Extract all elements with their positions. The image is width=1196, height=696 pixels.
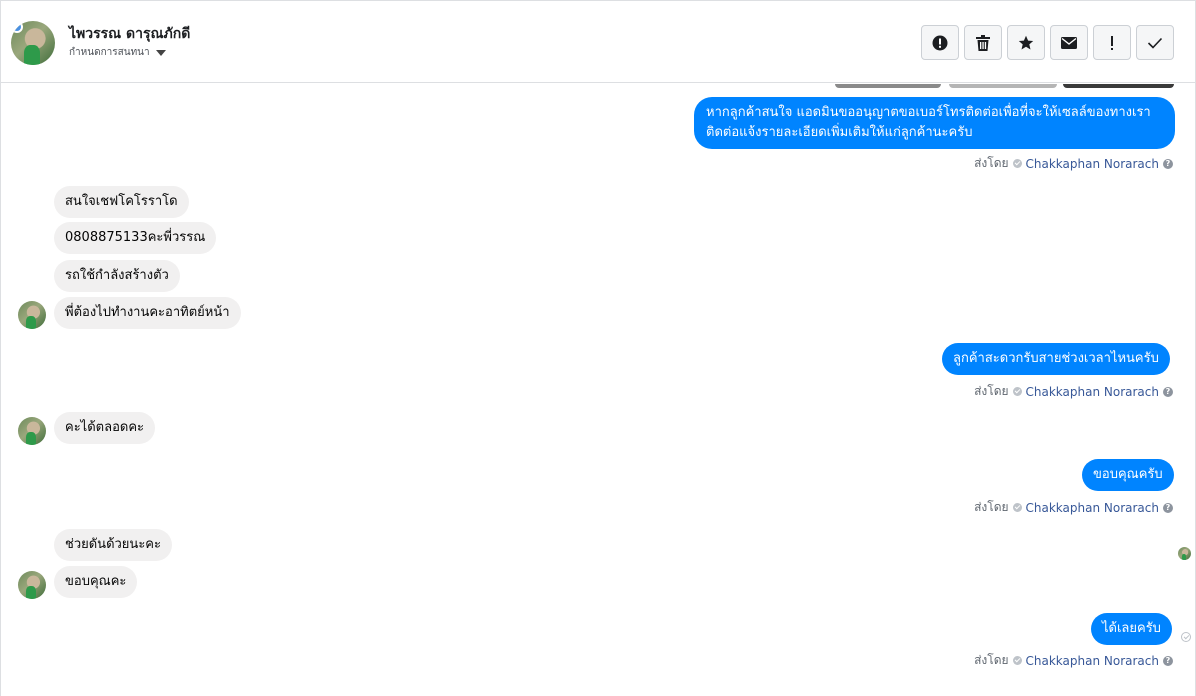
incoming-message[interactable]: พี่ต้องไปทำงานคะอาทิตย์หน้า <box>54 297 241 329</box>
outgoing-message[interactable]: ขอบคุณครับ <box>1082 459 1174 491</box>
star-button[interactable] <box>1007 25 1045 60</box>
sender-name-link[interactable]: Chakkaphan Norarach <box>1026 501 1159 515</box>
sender-name-link[interactable]: Chakkaphan Norarach <box>1026 654 1159 668</box>
mark-spam-button[interactable] <box>921 25 959 60</box>
sent-by-line: ส่งโดย Chakkaphan Norarach ? <box>974 382 1173 401</box>
avatar-image <box>18 571 46 599</box>
avatar-image <box>18 301 46 329</box>
conversation-toolbar <box>921 25 1174 60</box>
sent-by-line: ส่งโดย Chakkaphan Norarach ? <box>974 498 1173 517</box>
verified-icon <box>1012 159 1022 168</box>
help-icon[interactable]: ? <box>1163 655 1173 666</box>
verified-icon <box>1012 656 1022 665</box>
delete-button[interactable] <box>964 25 1002 60</box>
sender-name-link[interactable]: Chakkaphan Norarach <box>1026 157 1159 171</box>
seen-by-avatar <box>1178 547 1191 560</box>
exclamation-icon <box>1111 35 1113 50</box>
mark-unread-button[interactable] <box>1050 25 1088 60</box>
incoming-message[interactable]: รถใช้กำลังสร้างตัว <box>54 260 180 292</box>
conversation-status-label: กำหนดการสนทนา <box>69 47 150 58</box>
incoming-message[interactable]: ช่วยดันด้วยนะคะ <box>54 529 172 561</box>
sent-by-line: ส่งโดย Chakkaphan Norarach ? <box>974 651 1173 670</box>
caret-down-icon <box>155 49 166 56</box>
verified-icon <box>1012 387 1022 396</box>
help-icon[interactable]: ? <box>1163 502 1173 513</box>
contact-name[interactable]: ไพวรรณ ดารุณภักดี <box>69 23 190 45</box>
outgoing-message[interactable]: ได้เลยครับ <box>1091 613 1172 645</box>
sent-by-prefix: ส่งโดย <box>974 156 1009 170</box>
verified-icon <box>1012 503 1022 512</box>
incoming-message[interactable]: ขอบคุณคะ <box>54 566 138 598</box>
image-attachment[interactable] <box>1063 84 1174 88</box>
contact-avatar-small[interactable] <box>18 571 46 599</box>
checkmark-icon <box>1147 37 1163 49</box>
image-attachment[interactable] <box>835 84 941 88</box>
sent-by-line: ส่งโดย Chakkaphan Norarach ? <box>974 154 1173 173</box>
online-badge <box>11 21 23 33</box>
image-attachment[interactable] <box>949 84 1057 88</box>
conversation-header: ไพวรรณ ดารุณภักดี กำหนดการสนทนา <box>1 1 1195 83</box>
avatar-image <box>18 417 46 445</box>
star-icon <box>1018 35 1034 49</box>
incoming-message[interactable]: สนใจเชฟโคโรราโด <box>54 186 189 218</box>
incoming-message[interactable]: คะได้ตลอดคะ <box>54 412 155 444</box>
contact-avatar[interactable] <box>11 21 55 65</box>
avatar-image <box>1178 547 1191 560</box>
help-icon[interactable]: ? <box>1163 158 1173 169</box>
sender-name-link[interactable]: Chakkaphan Norarach <box>1026 385 1159 399</box>
sent-by-prefix: ส่งโดย <box>974 500 1009 514</box>
contact-avatar-small[interactable] <box>18 417 46 445</box>
follow-up-button[interactable] <box>1093 25 1131 60</box>
outgoing-message[interactable]: ลูกค้าสะดวกรับสายช่วงเวลาไหนครับ <box>942 343 1170 375</box>
conversation-window: ไพวรรณ ดารุณภักดี กำหนดการสนทนา หากลูกค้… <box>0 0 1196 696</box>
message-thread[interactable]: หากลูกค้าสนใจ แอดมินขออนุญาตขอเบอร์โทรติ… <box>1 84 1195 696</box>
contact-avatar-small[interactable] <box>18 301 46 329</box>
sent-by-prefix: ส่งโดย <box>974 653 1009 667</box>
outgoing-message[interactable]: หากลูกค้าสนใจ แอดมินขออนุญาตขอเบอร์โทรติ… <box>694 97 1175 149</box>
trash-icon <box>976 34 990 51</box>
delivered-icon <box>1181 632 1191 642</box>
sent-by-prefix: ส่งโดย <box>974 384 1009 398</box>
incoming-message[interactable]: 0808875133คะพี่วรรณ <box>54 222 217 254</box>
conversation-status-dropdown[interactable]: กำหนดการสนทนา <box>69 45 166 60</box>
envelope-icon <box>1061 36 1077 49</box>
mark-done-button[interactable] <box>1136 25 1174 60</box>
alert-circle-icon <box>932 35 948 50</box>
help-icon[interactable]: ? <box>1163 386 1173 397</box>
